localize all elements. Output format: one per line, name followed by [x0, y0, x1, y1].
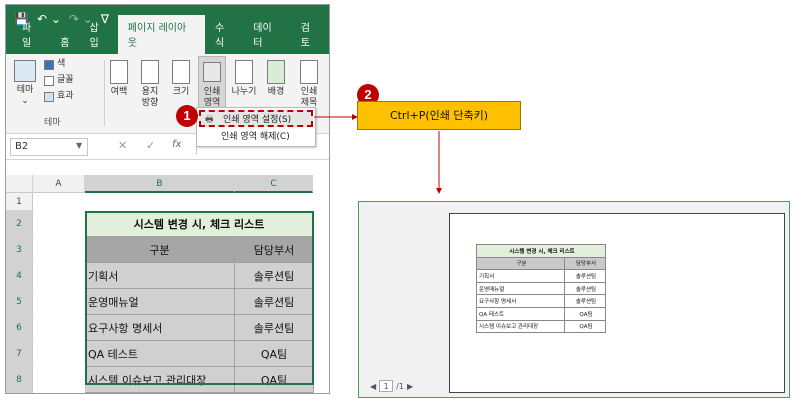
preview-header-category: 구분 — [476, 256, 565, 271]
table-cell[interactable]: QA팀 — [235, 341, 314, 367]
tab-formulas[interactable]: 수식 — [205, 15, 243, 54]
tab-home[interactable]: 홈 — [50, 30, 79, 54]
step-1-badge: 1 — [176, 105, 198, 127]
preview-cell: 솔루션팀 — [564, 269, 606, 283]
breaks-label[interactable]: 나누기 — [230, 87, 258, 98]
preview-cell: QA팀 — [564, 306, 606, 321]
tab-review[interactable]: 검토 — [291, 15, 329, 54]
margins-label[interactable]: 여백 — [108, 87, 130, 98]
row-header-4[interactable]: 4 — [6, 263, 33, 289]
select-all-corner[interactable] — [6, 175, 33, 193]
orientation-icon[interactable] — [141, 60, 159, 84]
preview-cell: QA 테스트 — [476, 306, 565, 321]
excel-window: 💾 ↶ ⌄ ↷ ⌄ ∇ 파일 홈 삽입 페이지 레이아웃 수식 데이터 검토 테… — [5, 4, 330, 394]
table-cell[interactable]: 솔루션팀 — [235, 315, 314, 341]
page-navigator: ◀ 1 /1 ▶ — [370, 380, 413, 392]
set-print-area-item[interactable]: 🖶 인쇄 영역 설정(S) — [199, 110, 313, 127]
clear-print-area-label: 인쇄 영역 해제(C) — [221, 132, 290, 142]
preview-cell: 기획서 — [476, 269, 565, 283]
table-cell[interactable]: 기획서 — [85, 263, 235, 289]
print-icon: 🖶 — [205, 115, 214, 125]
redo-icon[interactable]: ↷ ⌄ — [69, 12, 93, 26]
size-label[interactable]: 크기 — [170, 87, 192, 98]
shortcut-callout: Ctrl+P(인쇄 단축키) — [357, 101, 521, 130]
group-label-themes: 테마 — [44, 118, 61, 128]
colors-icon[interactable] — [44, 60, 54, 70]
preview-header-department: 담당부서 — [564, 256, 606, 271]
breaks-icon[interactable] — [235, 60, 253, 84]
preview-table: 시스템 변경 시, 체크 리스트 구분 담당부서 기획서 솔루션팀 운영매뉴얼 솔루… — [476, 244, 606, 334]
column-header-b[interactable]: B — [85, 175, 235, 193]
row-header-5[interactable]: 5 — [6, 289, 33, 315]
row-header-3[interactable]: 3 — [6, 237, 33, 263]
table-title-cell[interactable]: 시스템 변경 시, 체크 리스트 — [85, 211, 314, 237]
header-cell-department[interactable]: 담당부서 — [235, 237, 314, 263]
set-print-area-label: 인쇄 영역 설정(S) — [223, 115, 292, 125]
page-total: /1 — [396, 381, 404, 391]
ribbon-tabs: 파일 홈 삽입 페이지 레이아웃 수식 데이터 검토 — [6, 15, 329, 54]
preview-cell: 솔루션팀 — [564, 281, 606, 296]
theme-dropdown-icon[interactable]: ⌄ — [12, 96, 38, 107]
insert-function-icon[interactable]: fx — [172, 139, 181, 150]
preview-cell: 시스템 이슈보고 관리대장 — [476, 319, 565, 334]
print-area-menu: 🖶 인쇄 영역 설정(S) 인쇄 영역 해제(C) — [196, 107, 316, 147]
column-header-c[interactable]: C — [235, 175, 313, 193]
print-titles-icon[interactable] — [300, 60, 318, 84]
table-cell[interactable]: 요구사항 명세서 — [85, 315, 235, 341]
ribbon-separator — [104, 60, 105, 126]
cancel-icon[interactable]: ✕ — [118, 139, 127, 152]
column-header-a[interactable]: A — [33, 175, 85, 193]
colors-label[interactable]: 색 — [57, 59, 65, 70]
orientation-label-1[interactable]: 용지 — [139, 87, 161, 98]
theme-button-label[interactable]: 테마 — [12, 85, 38, 96]
theme-icon[interactable] — [14, 60, 36, 82]
next-page-icon[interactable]: ▶ — [407, 382, 413, 391]
table-cell[interactable]: 솔루션팀 — [235, 289, 314, 315]
background-label[interactable]: 배경 — [264, 87, 288, 98]
effects-label[interactable]: 효과 — [57, 91, 74, 102]
previous-page-icon[interactable]: ◀ — [370, 382, 376, 391]
effects-icon[interactable] — [44, 92, 54, 102]
table-cell[interactable]: 시스템 이슈보고 관리대장 — [85, 367, 235, 393]
row-header-2[interactable]: 2 — [6, 211, 33, 237]
row-header-8[interactable]: 8 — [6, 367, 33, 393]
preview-cell: 솔루션팀 — [564, 294, 606, 308]
print-titles-label-1[interactable]: 인쇄 — [297, 87, 321, 98]
header-cell-category[interactable]: 구분 — [85, 237, 235, 263]
name-box-dropdown-icon[interactable]: ▼ — [76, 141, 82, 150]
page-number-input[interactable]: 1 — [379, 380, 394, 392]
preview-cell: 요구사항 명세서 — [476, 294, 565, 308]
row-header-6[interactable]: 6 — [6, 315, 33, 341]
tab-page-layout[interactable]: 페이지 레이아웃 — [117, 15, 205, 54]
arrow-head-down — [436, 188, 442, 194]
print-area-label-1[interactable]: 인쇄 — [199, 87, 225, 98]
table-cell[interactable]: 운영매뉴얼 — [85, 289, 235, 315]
margins-icon[interactable] — [110, 60, 128, 84]
tab-data[interactable]: 데이터 — [243, 15, 290, 54]
tab-file[interactable]: 파일 — [12, 15, 50, 54]
orientation-label-2[interactable]: 방향 — [139, 98, 161, 109]
clear-print-area-item[interactable]: 인쇄 영역 해제(C) — [199, 129, 313, 146]
enter-icon[interactable]: ✓ — [146, 139, 155, 152]
row-header-7[interactable]: 7 — [6, 341, 33, 367]
table-cell[interactable]: 솔루션팀 — [235, 263, 314, 289]
row-header-1[interactable]: 1 — [6, 193, 33, 211]
size-icon[interactable] — [172, 60, 190, 84]
table-cell[interactable]: QA 테스트 — [85, 341, 235, 367]
table-cell[interactable]: QA팀 — [235, 367, 314, 393]
preview-cell: QA팀 — [564, 319, 606, 334]
print-area-icon[interactable] — [203, 62, 221, 82]
fonts-icon[interactable] — [44, 76, 54, 86]
background-icon[interactable] — [267, 60, 285, 84]
preview-table-title: 시스템 변경 시, 체크 리스트 — [476, 244, 606, 258]
preview-cell: 운영매뉴얼 — [476, 281, 565, 296]
fonts-label[interactable]: 글꼴 — [57, 75, 74, 86]
